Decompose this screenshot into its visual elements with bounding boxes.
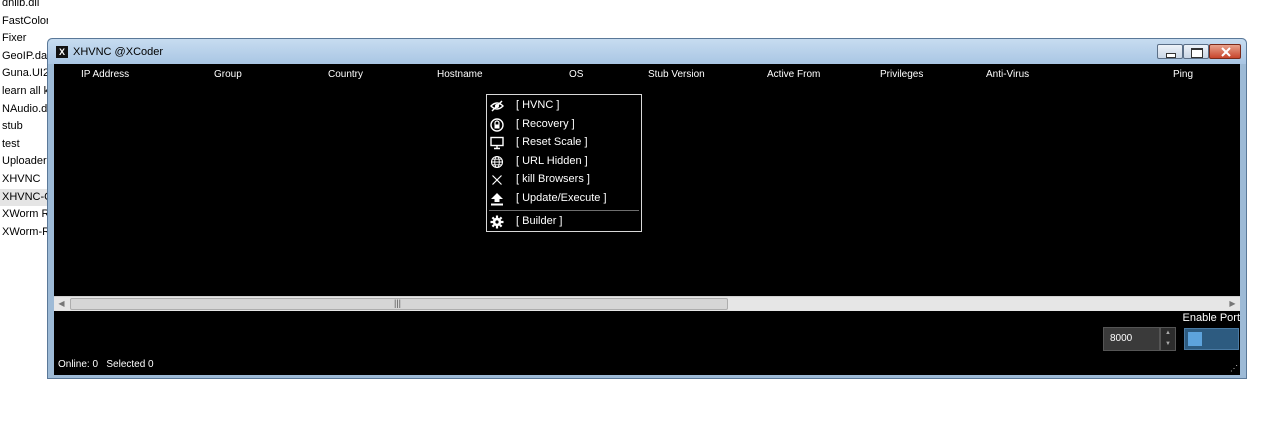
column-ip-address[interactable]: IP Address — [81, 69, 129, 80]
file-item[interactable]: learn all ki — [0, 83, 48, 101]
menu-item-hvnc[interactable]: [ HVNC ] — [487, 97, 641, 115]
upload-icon — [491, 192, 503, 205]
maximize-button[interactable] — [1183, 44, 1209, 59]
menu-item-recovery[interactable]: [ Recovery ] — [487, 116, 641, 134]
resize-grip-icon[interactable]: ⋰ — [1230, 364, 1238, 373]
scroll-right-arrow-icon[interactable]: ▶ — [1225, 297, 1240, 311]
file-item[interactable]: XHVNC — [0, 171, 48, 189]
title-bar[interactable]: X XHVNC @XCoder — [48, 39, 1246, 64]
column-country[interactable]: Country — [328, 69, 363, 80]
enable-port-label: Enable Port — [1182, 312, 1240, 324]
column-stub-version[interactable]: Stub Version — [648, 69, 705, 80]
menu-item-reset-scale[interactable]: [ Reset Scale ] — [487, 134, 641, 152]
enable-port-toggle[interactable] — [1184, 328, 1239, 350]
scroll-thumb[interactable]: ||| — [70, 298, 728, 310]
file-item[interactable]: FastColoredTextBox.dll — [0, 13, 48, 31]
explorer-file-list: dnlib.dll FastColoredTextBox.dll Fixer G… — [0, 0, 48, 241]
client-area: IP Address Group Country Hostname OS Stu… — [54, 64, 1240, 375]
file-item[interactable]: XWorm RA — [0, 206, 48, 224]
column-os[interactable]: OS — [569, 69, 583, 80]
column-group[interactable]: Group — [214, 69, 242, 80]
scroll-left-arrow-icon[interactable]: ◀ — [54, 297, 69, 311]
close-icon — [1221, 47, 1231, 57]
close-icon — [492, 175, 502, 185]
file-item[interactable]: test — [0, 136, 48, 154]
file-item[interactable]: Guna.UI2.d — [0, 65, 48, 83]
menu-item-label: [ Builder ] — [516, 215, 563, 227]
file-item[interactable]: Uploader.p — [0, 153, 48, 171]
file-item[interactable]: NAudio.dl — [0, 101, 48, 119]
globe-icon — [490, 155, 504, 168]
context-menu: [ HVNC ] [ Recovery ] [ Reset Scale ] [ … — [486, 94, 642, 232]
menu-item-label: [ Update/Execute ] — [516, 191, 607, 204]
minimize-button[interactable] — [1157, 44, 1183, 59]
close-window-button[interactable] — [1209, 44, 1241, 59]
toggle-knob — [1188, 332, 1202, 346]
status-text: Online: 0 Selected 0 — [58, 359, 154, 370]
grip-icon: ||| — [394, 298, 402, 308]
monitor-icon — [490, 136, 504, 150]
menu-item-label: [ Reset Scale ] — [516, 136, 588, 148]
menu-item-label: [ URL Hidden ] — [516, 154, 588, 167]
horizontal-scrollbar[interactable]: ◀ ||| ▶ — [54, 296, 1240, 311]
port-input[interactable]: 8000 — [1103, 327, 1160, 351]
column-active-from[interactable]: Active From — [767, 69, 820, 80]
menu-item-label: [ kill Browsers ] — [516, 173, 590, 185]
file-item[interactable]: XWorm-RA — [0, 224, 48, 242]
menu-item-label: [ Recovery ] — [516, 117, 575, 130]
file-item[interactable]: stub — [0, 118, 48, 136]
file-item[interactable]: dnlib.dll — [0, 0, 48, 13]
column-ping[interactable]: Ping — [1173, 69, 1193, 80]
xhvnc-window: X XHVNC @XCoder IP Address Group Country… — [47, 38, 1247, 379]
file-item[interactable]: GeoIP.dat — [0, 48, 48, 66]
list-header: IP Address Group Country Hostname OS Stu… — [54, 64, 1240, 84]
app-icon: X — [56, 46, 68, 58]
file-item[interactable]: XHVNC-C — [0, 188, 48, 207]
lock-icon — [490, 117, 504, 132]
menu-item-kill-browsers[interactable]: [ kill Browsers ] — [487, 171, 641, 189]
menu-item-builder[interactable]: [ Builder ] — [487, 213, 641, 231]
window-title: XHVNC @XCoder — [73, 46, 164, 58]
column-privileges[interactable]: Privileges — [880, 69, 923, 80]
eye-off-icon — [490, 100, 504, 112]
column-anti-virus[interactable]: Anti-Virus — [986, 69, 1029, 80]
column-hostname[interactable]: Hostname — [437, 69, 483, 80]
menu-item-label: [ HVNC ] — [516, 99, 560, 111]
menu-item-update-execute[interactable]: [ Update/Execute ] — [487, 190, 641, 208]
menu-item-url-hidden[interactable]: [ URL Hidden ] — [487, 153, 641, 171]
file-item[interactable]: Fixer — [0, 30, 48, 48]
gear-icon — [490, 215, 504, 229]
port-stepper[interactable]: ▲ ▼ — [1160, 327, 1176, 351]
menu-separator — [489, 210, 639, 211]
